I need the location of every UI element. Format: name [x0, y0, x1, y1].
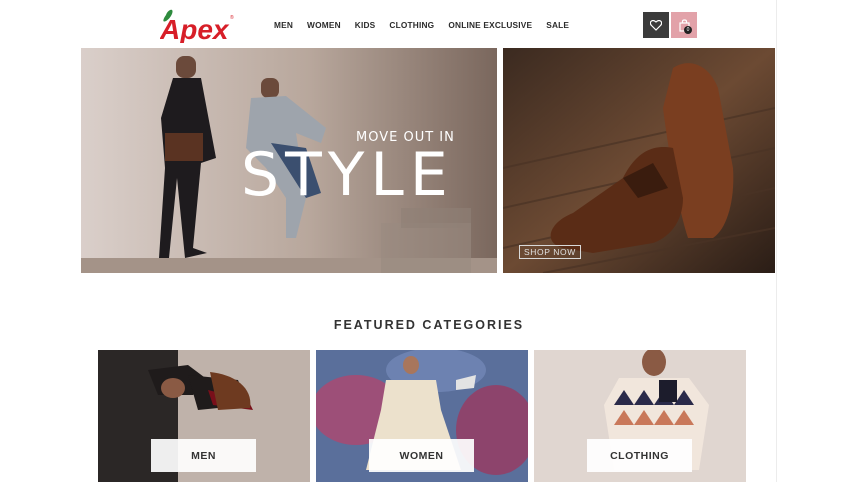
- shop-now-button[interactable]: SHOP NOW: [519, 245, 581, 259]
- page: Apex ® MEN WOMEN KIDS CLOTHING ONLINE EX…: [0, 0, 777, 482]
- nav-kids[interactable]: KIDS: [355, 20, 376, 30]
- nav-online-exclusive[interactable]: ONLINE EXCLUSIVE: [448, 20, 532, 30]
- featured-categories-title: FEATURED CATEGORIES: [333, 318, 525, 332]
- hero-title: STYLE: [241, 140, 454, 210]
- wishlist-button[interactable]: [643, 12, 669, 38]
- category-card-clothing[interactable]: CLOTHING: [534, 350, 746, 482]
- svg-text:®: ®: [230, 14, 234, 21]
- svg-text:Apex: Apex: [160, 14, 230, 43]
- category-label-women: WOMEN: [369, 439, 474, 472]
- nav-women[interactable]: WOMEN: [307, 20, 341, 30]
- nav-sale[interactable]: SALE: [546, 20, 569, 30]
- cart-count-badge: 0: [684, 26, 692, 34]
- hero-banner-shoes[interactable]: SHOP NOW: [503, 48, 775, 273]
- nav-men[interactable]: MEN: [274, 20, 293, 30]
- nav-clothing[interactable]: CLOTHING: [389, 20, 434, 30]
- category-card-women[interactable]: WOMEN: [316, 350, 528, 482]
- main-nav: MEN WOMEN KIDS CLOTHING ONLINE EXCLUSIVE…: [274, 20, 583, 30]
- heart-icon: [650, 19, 662, 31]
- category-label-clothing: CLOTHING: [587, 439, 692, 472]
- hero-banner-style[interactable]: MOVE OUT IN STYLE: [81, 48, 497, 273]
- apex-logo[interactable]: Apex ®: [159, 9, 240, 45]
- shoes-photo: [503, 48, 775, 273]
- category-card-men[interactable]: MEN: [98, 350, 310, 482]
- cart-button[interactable]: 0: [671, 12, 697, 38]
- category-label-men: MEN: [151, 439, 256, 472]
